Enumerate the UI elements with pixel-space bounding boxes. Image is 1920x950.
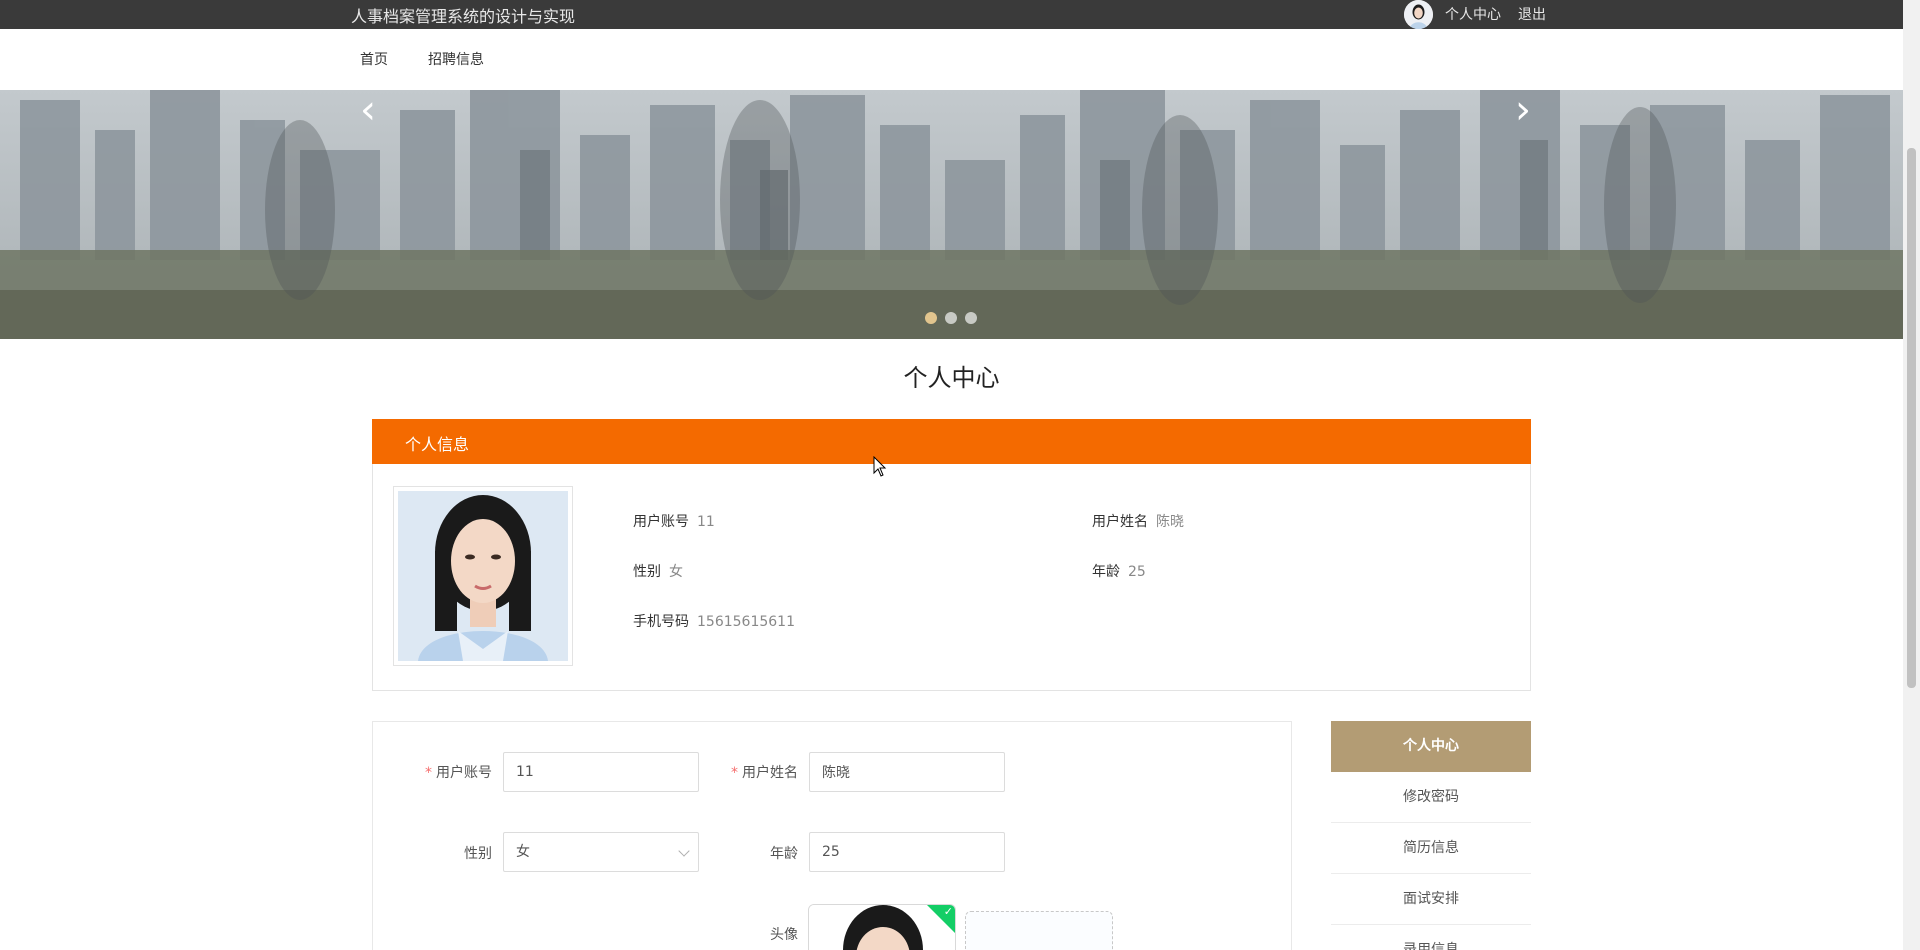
- carousel-dot-1[interactable]: [925, 312, 937, 324]
- banner-carousel[interactable]: ‹ ›: [0, 90, 1903, 339]
- profile-photo: [398, 491, 568, 661]
- profile-gender-field: 性别女: [633, 561, 683, 581]
- profile-photo-frame: [393, 486, 573, 666]
- gender-select[interactable]: 女: [503, 832, 699, 872]
- form-name-label-text: 用户姓名: [742, 765, 798, 781]
- page-title: 个人中心: [903, 364, 1000, 392]
- menu-item-interview[interactable]: 面试安排: [1331, 874, 1531, 925]
- carousel-next-icon[interactable]: ›: [1515, 90, 1531, 130]
- form-gender-label: 性别: [464, 846, 492, 862]
- site-title: 人事档案管理系统的设计与实现: [351, 7, 576, 26]
- profile-card-title: 个人信息: [405, 435, 470, 454]
- user-avatar[interactable]: [1404, 0, 1433, 29]
- profile-card-header: 个人信息: [372, 419, 1531, 464]
- main-nav: 首页 招聘信息: [0, 29, 1903, 90]
- profile-age-field: 年龄 25: [1092, 561, 1146, 581]
- nav-item-recruitment[interactable]: 招聘信息: [428, 49, 484, 69]
- menu-item-resume[interactable]: 简历信息: [1331, 823, 1531, 874]
- profile-account-label: 用户账号: [633, 514, 689, 530]
- chevron-down-icon: [678, 845, 690, 857]
- nav-item-home[interactable]: 首页: [360, 49, 388, 69]
- name-input[interactable]: [809, 752, 1005, 792]
- required-star: *: [731, 765, 738, 781]
- carousel-dot-2[interactable]: [945, 312, 957, 324]
- profile-phone-field: 手机号码 15615615611: [633, 611, 795, 631]
- profile-name-value: 陈晓: [1156, 514, 1184, 530]
- avatar-face-icon: [1404, 0, 1433, 29]
- form-account-label: * 用户账号: [420, 762, 492, 782]
- form-name-label: * 用户姓名: [726, 762, 798, 782]
- city-skyline-image: [0, 90, 1903, 339]
- menu-item-change-password[interactable]: 修改密码: [1331, 772, 1531, 823]
- age-input[interactable]: [809, 832, 1005, 872]
- profile-phone-label: 手机号码: [633, 614, 689, 630]
- profile-age-label: 年龄: [1092, 564, 1120, 580]
- profile-name-label: 用户姓名: [1092, 514, 1148, 530]
- user-center-link[interactable]: 个人中心: [1445, 4, 1501, 24]
- profile-age-value: 25: [1128, 564, 1146, 580]
- page-scrollbar[interactable]: [1903, 0, 1920, 950]
- menu-item-user-center[interactable]: 个人中心: [1331, 721, 1531, 772]
- menu-item-hiring[interactable]: 录用信息: [1331, 925, 1531, 950]
- carousel-dot-3[interactable]: [965, 312, 977, 324]
- form-account-label-text: 用户账号: [436, 765, 492, 781]
- avatar-upload-thumbnail[interactable]: ✓: [808, 904, 956, 950]
- form-avatar-label: 头像: [770, 927, 798, 943]
- account-input[interactable]: [503, 752, 699, 792]
- profile-account-value: 11: [697, 514, 715, 530]
- gender-select-value: 女: [516, 844, 530, 860]
- profile-gender-label: 性别: [633, 564, 661, 580]
- user-side-menu: 个人中心 修改密码 简历信息 面试安排 录用信息: [1331, 721, 1531, 950]
- profile-phone-value: 15615615611: [697, 614, 795, 630]
- form-age-label: 年龄: [770, 846, 798, 862]
- top-bar: 人事档案管理系统的设计与实现 个人中心 退出: [0, 0, 1903, 29]
- logout-link[interactable]: 退出: [1518, 4, 1546, 24]
- profile-photo-image: [398, 491, 568, 661]
- profile-name-field: 用户姓名 陈晓: [1092, 511, 1184, 531]
- required-star: *: [425, 765, 432, 781]
- scrollbar-thumb[interactable]: [1907, 148, 1916, 688]
- mouse-cursor-icon: [873, 456, 887, 477]
- profile-info-card: 个人信息 用户账号 11 用户姓名 陈晓 性别女 年龄 25 手机号码 1561…: [372, 419, 1531, 691]
- carousel-prev-icon[interactable]: ‹: [360, 90, 376, 130]
- avatar-upload-dropzone[interactable]: [965, 911, 1113, 950]
- profile-gender-value: 女: [669, 564, 683, 580]
- profile-account-field: 用户账号 11: [633, 511, 715, 531]
- check-icon: ✓: [943, 905, 953, 918]
